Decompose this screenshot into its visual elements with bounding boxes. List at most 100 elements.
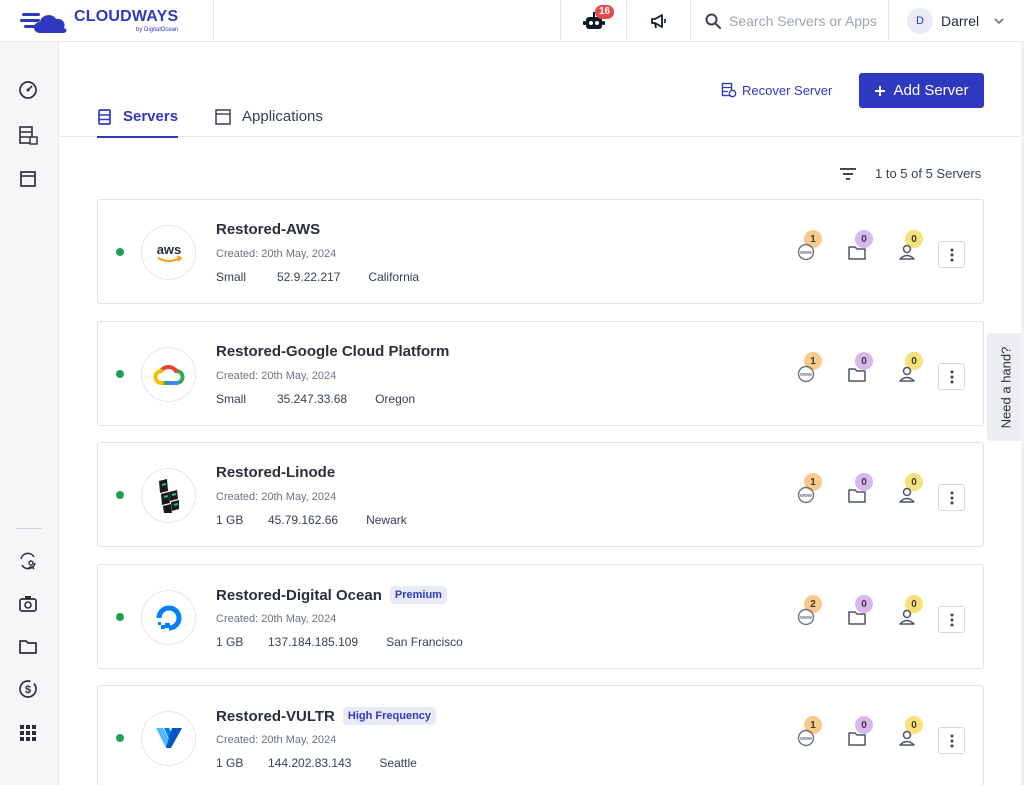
recover-server-button[interactable]: Recover Server: [721, 82, 832, 98]
server-name[interactable]: Restored-VULTR: [216, 708, 335, 725]
search-icon: [705, 13, 721, 29]
server-menu-button[interactable]: [938, 727, 965, 754]
dashboard-gauge-icon[interactable]: [17, 79, 39, 101]
server-name[interactable]: Restored-Google Cloud Platform: [216, 343, 449, 360]
server-menu-button[interactable]: [938, 241, 965, 268]
add-server-button[interactable]: Add Server: [859, 73, 984, 108]
users-count[interactable]: 0: [897, 230, 923, 262]
search-input[interactable]: Search Servers or Apps: [690, 0, 888, 42]
server-ip: 144.202.83.143: [268, 756, 352, 770]
help-label: Need a hand?: [998, 346, 1013, 428]
window-icon: [215, 109, 231, 125]
tab-servers[interactable]: Servers: [97, 108, 179, 138]
users-count[interactable]: 0: [897, 716, 923, 748]
brand-logo[interactable]: CLOUDWAYS by DigitalOcean: [0, 0, 214, 42]
projects-folder-icon[interactable]: [17, 636, 39, 658]
server-menu-button[interactable]: [938, 606, 965, 633]
projects-count[interactable]: 0: [847, 473, 873, 505]
vultr-logo-icon: [141, 711, 196, 766]
projects-count[interactable]: 0: [847, 352, 873, 384]
server-name[interactable]: Restored-Digital Ocean: [216, 587, 382, 604]
folder-icon: [848, 489, 866, 503]
apps-grid-icon[interactable]: [17, 722, 39, 744]
announcements-button[interactable]: [626, 0, 690, 42]
server-size: 1 GB: [216, 756, 244, 770]
server-menu-button[interactable]: [938, 484, 965, 511]
folder-icon: [848, 246, 866, 260]
status-dot: [116, 370, 124, 378]
apps-count[interactable]: 1 www: [796, 716, 822, 748]
help-widget-tab[interactable]: Need a hand?: [987, 333, 1024, 441]
server-card[interactable]: Restored-Digital Ocean Premium Created: …: [97, 564, 984, 669]
tab-servers-label: Servers: [123, 108, 179, 125]
apps-count[interactable]: 2 www: [796, 595, 822, 627]
apps-count[interactable]: 1 www: [796, 230, 822, 262]
server-size: 1 GB: [216, 635, 244, 649]
server-size: 1 GB: [216, 513, 244, 527]
digitalocean-logo-icon: [141, 590, 196, 645]
server-name[interactable]: Restored-Linode: [216, 464, 335, 481]
server-ip: 45.79.162.66: [268, 513, 339, 527]
server-created: Created: 20th May, 2024: [216, 370, 337, 382]
server-size: Small: [216, 392, 247, 406]
apps-count[interactable]: 1 www: [796, 473, 822, 505]
users-count[interactable]: 0: [897, 595, 923, 627]
user-menu[interactable]: D Darrel: [888, 0, 1024, 42]
notifications-button[interactable]: 16: [560, 0, 626, 42]
applications-window-icon[interactable]: [17, 168, 39, 190]
users-count[interactable]: 0: [897, 473, 923, 505]
linode-logo-icon: [141, 468, 196, 523]
server-location: San Francisco: [386, 635, 463, 649]
server-size: Small: [216, 270, 247, 284]
user-icon: [899, 244, 915, 260]
server-location: Seattle: [379, 756, 417, 770]
svg-text:www: www: [799, 736, 812, 742]
google-cloud-logo-icon: [141, 347, 196, 402]
search-placeholder: Search Servers or Apps: [729, 12, 877, 29]
server-card[interactable]: Restored-Linode Created: 20th May, 2024 …: [97, 442, 984, 547]
list-toolbar: 1 to 5 of 5 Servers: [839, 166, 981, 181]
server-created: Created: 20th May, 2024: [216, 613, 337, 625]
recover-server-label: Recover Server: [742, 82, 833, 98]
filter-icon[interactable]: [839, 167, 857, 181]
server-menu-button[interactable]: [938, 363, 965, 390]
server-name[interactable]: Restored-AWS: [216, 221, 320, 238]
server-card[interactable]: Restored-Google Cloud Platform Created: …: [97, 321, 984, 426]
kebab-menu-icon: [950, 613, 953, 626]
server-card[interactable]: Restored-VULTR High Frequency Created: 2…: [97, 685, 984, 785]
user-icon: [899, 366, 915, 382]
users-count[interactable]: 0: [897, 352, 923, 384]
server-created: Created: 20th May, 2024: [216, 248, 337, 260]
billing-dollar-icon[interactable]: $: [17, 678, 39, 700]
status-dot: [116, 734, 124, 742]
brand-name: CLOUDWAYS: [74, 7, 179, 25]
megaphone-icon: [650, 13, 666, 28]
projects-count[interactable]: 0: [847, 716, 873, 748]
svg-text:$: $: [25, 684, 31, 696]
tab-bar: Servers Applications Recover Server Add …: [59, 42, 1022, 138]
avatar: D: [907, 7, 933, 34]
addons-camera-icon[interactable]: [17, 593, 39, 615]
server-stack-icon: [98, 109, 111, 125]
projects-count[interactable]: 0: [847, 230, 873, 262]
top-bar: CLOUDWAYS by DigitalOcean 16 Search Serv…: [0, 0, 1024, 42]
user-icon: [899, 487, 915, 503]
servers-grid-icon[interactable]: [17, 124, 39, 146]
server-card[interactable]: aws Restored-AWS Created: 20th May, 2024…: [97, 199, 984, 304]
plan-badge: Premium: [389, 586, 447, 604]
plan-badge: High Frequency: [342, 707, 437, 725]
tab-applications-label: Applications: [242, 108, 323, 125]
team-sync-icon[interactable]: [17, 550, 39, 572]
www-globe-icon: www: [797, 243, 815, 261]
server-ip: 35.247.33.68: [277, 392, 348, 406]
plus-icon: [875, 85, 886, 96]
tab-applications[interactable]: Applications: [214, 108, 323, 137]
user-icon: [899, 609, 915, 625]
status-dot: [116, 491, 124, 499]
aws-logo-icon: aws: [141, 225, 196, 280]
kebab-menu-icon: [950, 734, 953, 747]
apps-count[interactable]: 1 www: [796, 352, 822, 384]
kebab-menu-icon: [950, 248, 953, 261]
user-name: Darrel: [941, 12, 980, 29]
projects-count[interactable]: 0: [847, 595, 873, 627]
